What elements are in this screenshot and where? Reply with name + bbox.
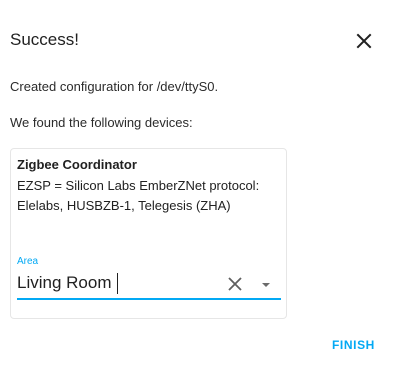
success-dialog: Success! Created configuration for /dev/… — [0, 0, 404, 367]
finish-button[interactable]: FINISH — [332, 333, 392, 357]
device-card: Zigbee Coordinator EZSP = Silicon Labs E… — [10, 148, 287, 319]
device-description: EZSP = Silicon Labs EmberZNet protocol: … — [17, 178, 260, 213]
chevron-down-icon — [259, 280, 273, 290]
close-button[interactable] — [352, 29, 376, 53]
clear-icon — [226, 275, 244, 293]
area-label: Area — [17, 256, 39, 267]
created-config-text: Created configuration for /dev/ttyS0. — [10, 79, 219, 94]
close-icon — [352, 29, 376, 53]
device-name: Zigbee Coordinator — [17, 157, 137, 172]
area-input-underline — [17, 298, 281, 300]
text-caret — [117, 273, 118, 294]
dialog-title: Success! — [10, 30, 79, 49]
found-devices-text: We found the following devices: — [10, 115, 193, 130]
area-input[interactable] — [17, 270, 231, 296]
clear-area-button[interactable] — [226, 275, 244, 293]
area-dropdown-button[interactable] — [259, 280, 273, 290]
